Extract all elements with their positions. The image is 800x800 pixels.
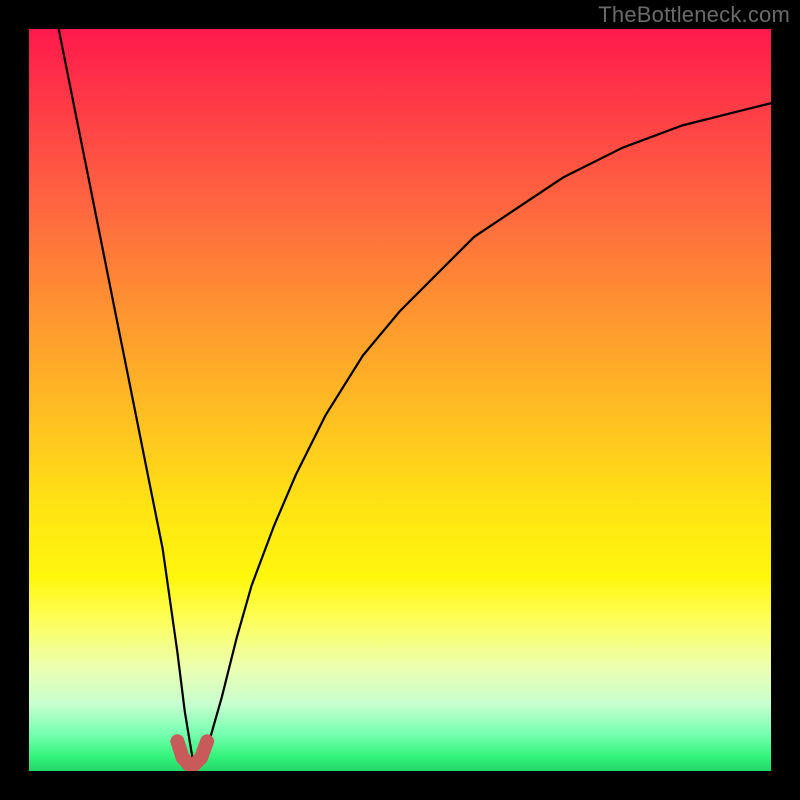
watermark-label: TheBottleneck.com <box>598 2 790 28</box>
chart-plot-area <box>29 29 771 771</box>
bottleneck-curve <box>59 29 771 764</box>
bottleneck-chart-svg <box>29 29 771 771</box>
